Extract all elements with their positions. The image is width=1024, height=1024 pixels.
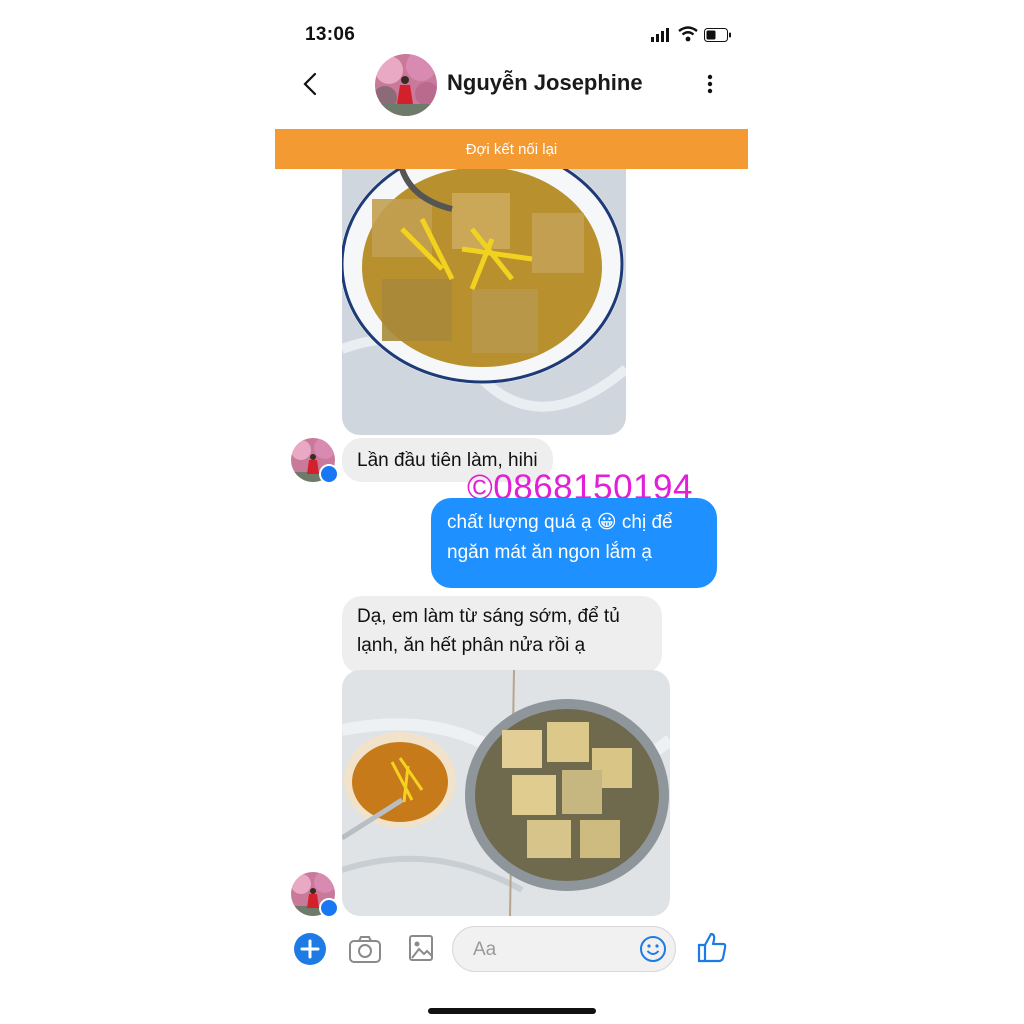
message-text-line: lạnh, ăn hết phân nửa rồi ạ: [357, 635, 586, 656]
message-bubble-outgoing[interactable]: chất lượng quá ạ 😀 chị để ngăn mát ăn ng…: [431, 498, 717, 588]
wifi-icon: [678, 26, 698, 42]
home-indicator[interactable]: [428, 1008, 596, 1014]
message-input-placeholder: Aa: [473, 939, 497, 960]
message-text-line: chất lượng quá ạ 😀 chị để: [447, 512, 673, 533]
contact-avatar[interactable]: [375, 54, 437, 116]
like-icon[interactable]: [697, 931, 727, 963]
signal-icon: [651, 28, 669, 42]
back-icon[interactable]: [298, 70, 322, 98]
message-text-line: Dạ, em làm từ sáng sớm, để tủ: [357, 606, 620, 627]
battery-icon: [704, 28, 731, 42]
more-icon[interactable]: [702, 72, 718, 96]
message-input[interactable]: Aa: [452, 926, 676, 972]
messenger-badge-icon: [319, 464, 339, 484]
contact-avatar-small[interactable]: [291, 872, 339, 918]
message-image-jelly[interactable]: [342, 670, 670, 916]
messenger-badge-icon: [319, 898, 339, 918]
message-text-line: ngăn mát ăn ngon lắm ạ: [447, 542, 652, 563]
gallery-icon[interactable]: [408, 934, 434, 962]
message-image-bowl[interactable]: [342, 169, 626, 435]
status-time: 13:06: [305, 24, 356, 45]
contact-name[interactable]: Nguyễn Josephine: [447, 70, 643, 96]
emoji-icon[interactable]: [639, 935, 667, 963]
camera-icon[interactable]: [348, 934, 382, 964]
message-bubble-incoming[interactable]: Dạ, em làm từ sáng sớm, để tủ lạnh, ăn h…: [342, 596, 662, 674]
plus-icon[interactable]: [294, 933, 326, 965]
contact-avatar-small[interactable]: [291, 438, 339, 484]
connection-banner: Đợi kết nối lại: [275, 129, 748, 169]
